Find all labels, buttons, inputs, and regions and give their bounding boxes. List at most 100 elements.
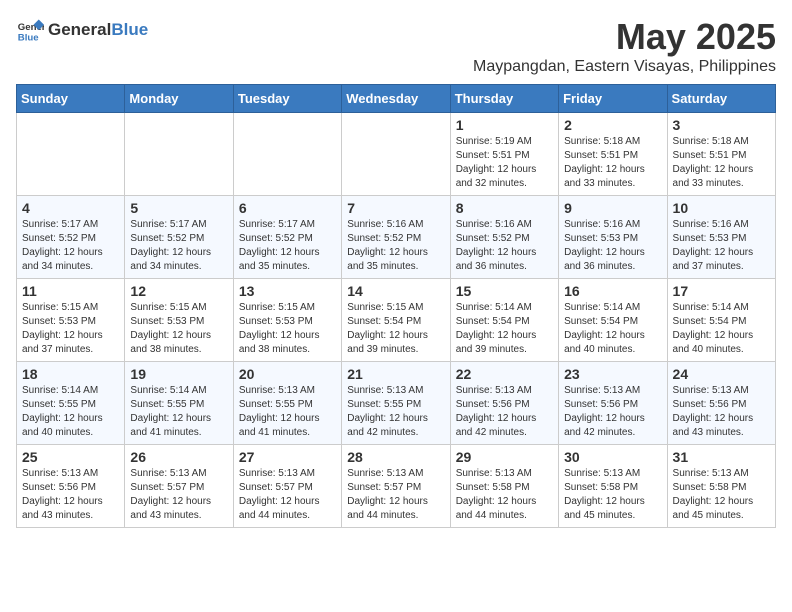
day-number: 22 <box>456 366 553 382</box>
calendar-body: 1Sunrise: 5:19 AM Sunset: 5:51 PM Daylig… <box>17 113 776 528</box>
header-cell-wednesday: Wednesday <box>342 85 450 113</box>
calendar-cell: 15Sunrise: 5:14 AM Sunset: 5:54 PM Dayli… <box>450 279 558 362</box>
header: General Blue General Blue May 2025 Maypa… <box>16 16 776 76</box>
day-number: 3 <box>673 117 770 133</box>
calendar-cell: 19 Sunrise: 5:14 AM Sunset: 5:55 PM Dayli… <box>125 362 233 445</box>
calendar-cell: 24Sunrise: 5:13 AM Sunset: 5:56 PM Dayli… <box>667 362 775 445</box>
day-info: Sunrise: 5:13 AM Sunset: 5:57 PM Dayligh… <box>130 467 227 523</box>
day-number: 11 <box>22 283 119 299</box>
week-row-1: 1Sunrise: 5:19 AM Sunset: 5:51 PM Daylig… <box>17 113 776 196</box>
calendar-cell <box>233 113 341 196</box>
calendar-cell: 22 Sunrise: 5:13 AM Sunset: 5:56 PM Dayli… <box>450 362 558 445</box>
calendar-cell: 6Sunrise: 5:17 AM Sunset: 5:52 PM Daylig… <box>233 196 341 279</box>
calendar-cell: 16 Sunrise: 5:14 AM Sunset: 5:54 PM Dayli… <box>559 279 667 362</box>
day-info: Sunrise: 5:13 AM Sunset: 5:56 PM Dayligh… <box>673 384 770 440</box>
subtitle: Maypangdan, Eastern Visayas, Philippines <box>473 58 776 76</box>
day-info: Sunrise: 5:14 AM Sunset: 5:54 PM Dayligh… <box>673 301 770 357</box>
header-cell-thursday: Thursday <box>450 85 558 113</box>
day-number: 7 <box>347 200 444 216</box>
day-number: 21 <box>347 366 444 382</box>
day-info: Sunrise: 5:15 AM Sunset: 5:54 PM Dayligh… <box>347 301 444 357</box>
day-info: Sunrise: 5:13 AM Sunset: 5:58 PM Dayligh… <box>564 467 661 523</box>
day-number: 18 <box>22 366 119 382</box>
day-info: Sunrise: 5:13 AM Sunset: 5:57 PM Dayligh… <box>239 467 336 523</box>
week-row-3: 11 Sunrise: 5:15 AM Sunset: 5:53 PM Dayli… <box>17 279 776 362</box>
day-info: Sunrise: 5:16 AM Sunset: 5:52 PM Dayligh… <box>456 218 553 274</box>
calendar-cell: 2Sunrise: 5:18 AM Sunset: 5:51 PM Daylig… <box>559 113 667 196</box>
header-cell-sunday: Sunday <box>17 85 125 113</box>
calendar-cell: 17Sunrise: 5:14 AM Sunset: 5:54 PM Dayli… <box>667 279 775 362</box>
day-info: Sunrise: 5:17 AM Sunset: 5:52 PM Dayligh… <box>130 218 227 274</box>
logo-general: General <box>48 20 111 40</box>
day-info: Sunrise: 5:13 AM Sunset: 5:55 PM Dayligh… <box>347 384 444 440</box>
day-number: 5 <box>130 200 227 216</box>
calendar-cell: 18 Sunrise: 5:14 AM Sunset: 5:55 PM Dayli… <box>17 362 125 445</box>
calendar-cell: 9Sunrise: 5:16 AM Sunset: 5:53 PM Daylig… <box>559 196 667 279</box>
title-area: May 2025 Maypangdan, Eastern Visayas, Ph… <box>473 16 776 76</box>
calendar-table: SundayMondayTuesdayWednesdayThursdayFrid… <box>16 84 776 528</box>
calendar-cell: 5 Sunrise: 5:17 AM Sunset: 5:52 PM Daylig… <box>125 196 233 279</box>
day-number: 28 <box>347 449 444 465</box>
logo-icon: General Blue <box>16 16 44 44</box>
day-number: 12 <box>130 283 227 299</box>
day-number: 4 <box>22 200 119 216</box>
calendar-cell: 29 Sunrise: 5:13 AM Sunset: 5:58 PM Dayli… <box>450 445 558 528</box>
header-cell-monday: Monday <box>125 85 233 113</box>
day-info: Sunrise: 5:13 AM Sunset: 5:57 PM Dayligh… <box>347 467 444 523</box>
day-info: Sunrise: 5:18 AM Sunset: 5:51 PM Dayligh… <box>564 135 661 191</box>
day-number: 19 <box>130 366 227 382</box>
day-number: 13 <box>239 283 336 299</box>
calendar-cell <box>342 113 450 196</box>
calendar-cell: 25 Sunrise: 5:13 AM Sunset: 5:56 PM Dayli… <box>17 445 125 528</box>
calendar-cell: 26 Sunrise: 5:13 AM Sunset: 5:57 PM Dayli… <box>125 445 233 528</box>
calendar-cell: 7 Sunrise: 5:16 AM Sunset: 5:52 PM Daylig… <box>342 196 450 279</box>
day-number: 8 <box>456 200 553 216</box>
calendar-cell <box>125 113 233 196</box>
week-row-2: 4 Sunrise: 5:17 AM Sunset: 5:52 PM Daylig… <box>17 196 776 279</box>
calendar-cell: 4 Sunrise: 5:17 AM Sunset: 5:52 PM Daylig… <box>17 196 125 279</box>
day-info: Sunrise: 5:14 AM Sunset: 5:54 PM Dayligh… <box>456 301 553 357</box>
day-number: 30 <box>564 449 661 465</box>
calendar-cell: 23Sunrise: 5:13 AM Sunset: 5:56 PM Dayli… <box>559 362 667 445</box>
calendar-cell: 20 Sunrise: 5:13 AM Sunset: 5:55 PM Dayli… <box>233 362 341 445</box>
day-number: 16 <box>564 283 661 299</box>
day-number: 26 <box>130 449 227 465</box>
calendar-header: SundayMondayTuesdayWednesdayThursdayFrid… <box>17 85 776 113</box>
day-number: 25 <box>22 449 119 465</box>
day-number: 29 <box>456 449 553 465</box>
day-info: Sunrise: 5:15 AM Sunset: 5:53 PM Dayligh… <box>22 301 119 357</box>
day-info: Sunrise: 5:13 AM Sunset: 5:55 PM Dayligh… <box>239 384 336 440</box>
day-info: Sunrise: 5:14 AM Sunset: 5:55 PM Dayligh… <box>22 384 119 440</box>
day-info: Sunrise: 5:14 AM Sunset: 5:55 PM Dayligh… <box>130 384 227 440</box>
day-info: Sunrise: 5:14 AM Sunset: 5:54 PM Dayligh… <box>564 301 661 357</box>
header-row: SundayMondayTuesdayWednesdayThursdayFrid… <box>17 85 776 113</box>
day-info: Sunrise: 5:17 AM Sunset: 5:52 PM Dayligh… <box>22 218 119 274</box>
week-row-5: 25 Sunrise: 5:13 AM Sunset: 5:56 PM Dayli… <box>17 445 776 528</box>
header-cell-tuesday: Tuesday <box>233 85 341 113</box>
day-number: 20 <box>239 366 336 382</box>
logo-blue: Blue <box>111 20 148 40</box>
calendar-cell: 31Sunrise: 5:13 AM Sunset: 5:58 PM Dayli… <box>667 445 775 528</box>
day-info: Sunrise: 5:15 AM Sunset: 5:53 PM Dayligh… <box>239 301 336 357</box>
calendar-cell: 13 Sunrise: 5:15 AM Sunset: 5:53 PM Dayli… <box>233 279 341 362</box>
day-info: Sunrise: 5:13 AM Sunset: 5:56 PM Dayligh… <box>22 467 119 523</box>
day-number: 10 <box>673 200 770 216</box>
day-number: 31 <box>673 449 770 465</box>
day-number: 27 <box>239 449 336 465</box>
day-info: Sunrise: 5:17 AM Sunset: 5:52 PM Dayligh… <box>239 218 336 274</box>
day-info: Sunrise: 5:16 AM Sunset: 5:52 PM Dayligh… <box>347 218 444 274</box>
main-title: May 2025 <box>473 16 776 58</box>
calendar-cell: 28 Sunrise: 5:13 AM Sunset: 5:57 PM Dayli… <box>342 445 450 528</box>
calendar-cell <box>17 113 125 196</box>
svg-text:Blue: Blue <box>18 33 39 44</box>
day-info: Sunrise: 5:16 AM Sunset: 5:53 PM Dayligh… <box>673 218 770 274</box>
week-row-4: 18 Sunrise: 5:14 AM Sunset: 5:55 PM Dayli… <box>17 362 776 445</box>
day-info: Sunrise: 5:13 AM Sunset: 5:56 PM Dayligh… <box>564 384 661 440</box>
calendar-cell: 14Sunrise: 5:15 AM Sunset: 5:54 PM Dayli… <box>342 279 450 362</box>
day-info: Sunrise: 5:16 AM Sunset: 5:53 PM Dayligh… <box>564 218 661 274</box>
day-info: Sunrise: 5:13 AM Sunset: 5:58 PM Dayligh… <box>456 467 553 523</box>
calendar-cell: 11 Sunrise: 5:15 AM Sunset: 5:53 PM Dayli… <box>17 279 125 362</box>
header-cell-friday: Friday <box>559 85 667 113</box>
day-info: Sunrise: 5:19 AM Sunset: 5:51 PM Dayligh… <box>456 135 553 191</box>
day-info: Sunrise: 5:13 AM Sunset: 5:56 PM Dayligh… <box>456 384 553 440</box>
